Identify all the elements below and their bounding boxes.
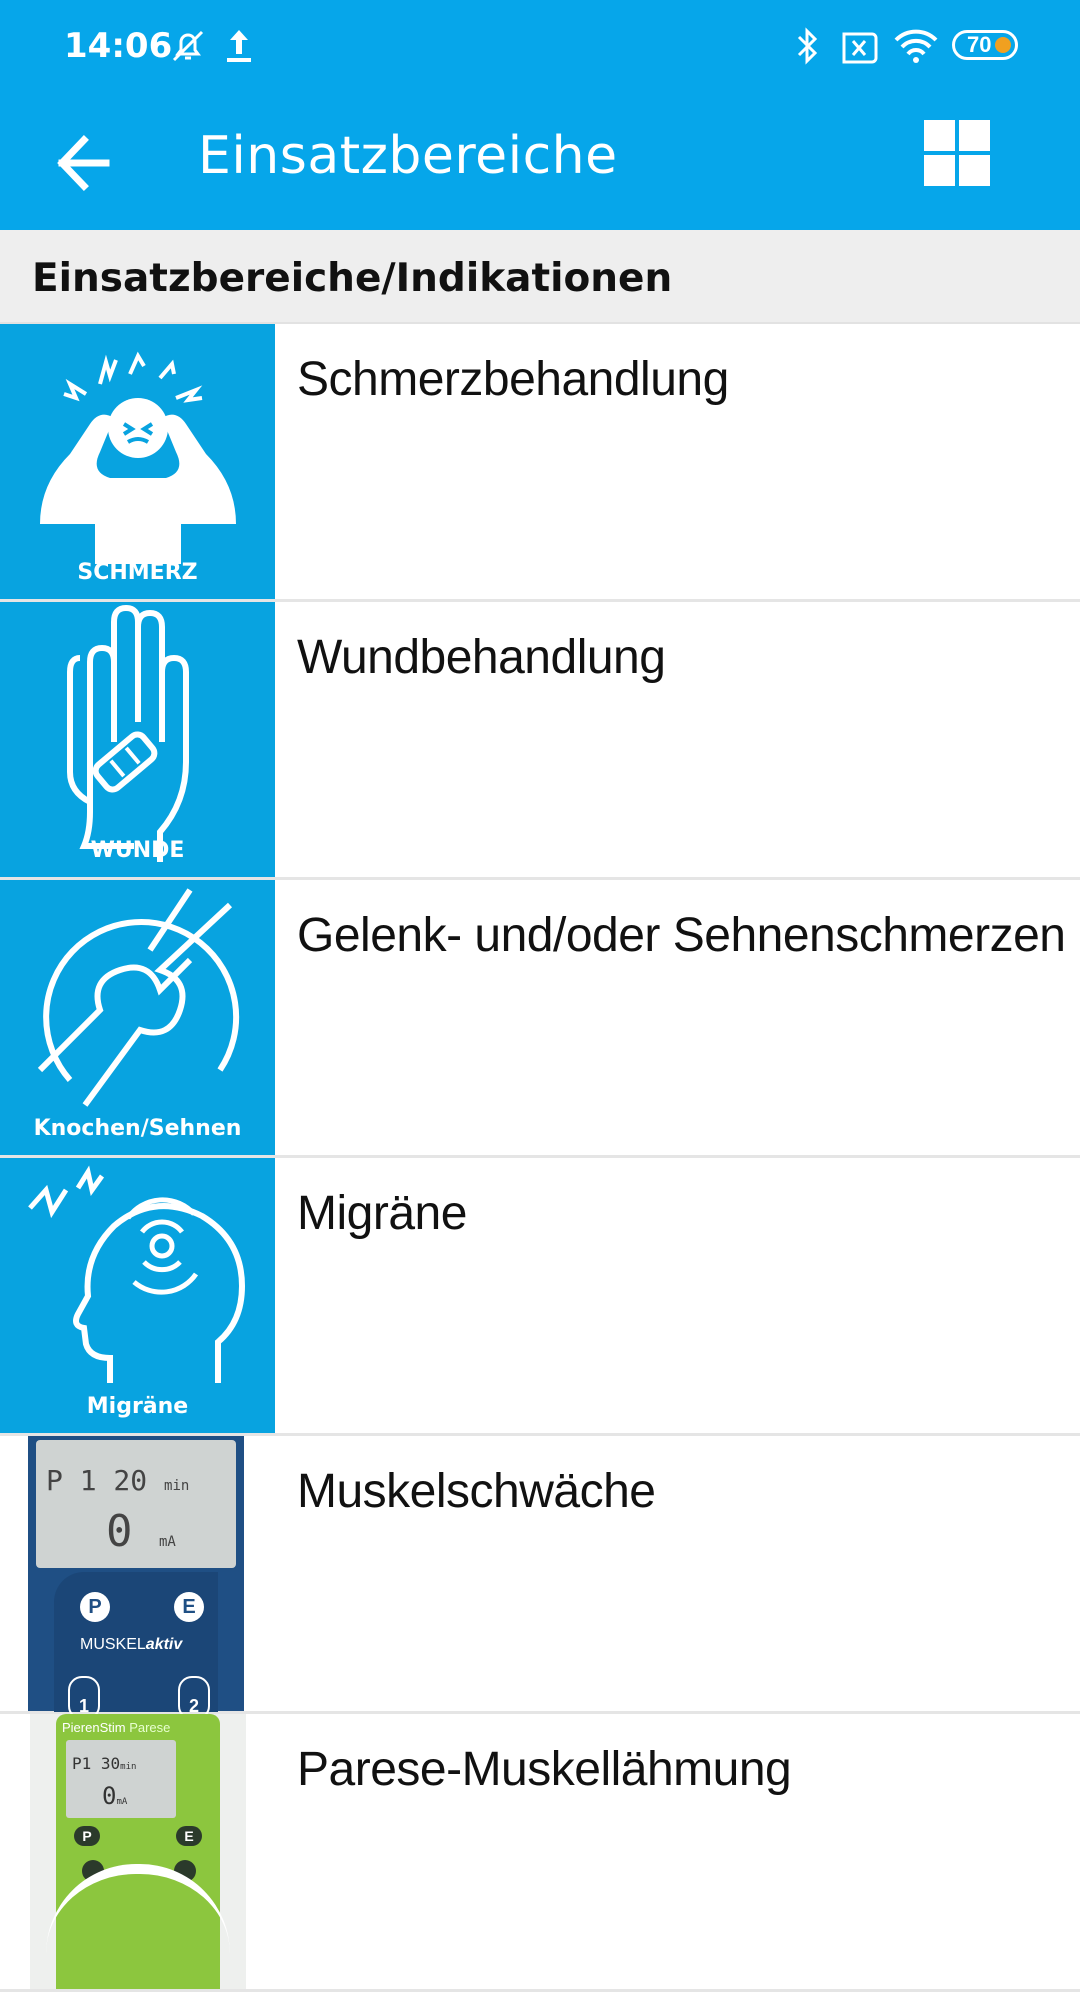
display-unit1: min <box>164 1478 190 1494</box>
device-body: PierenStim Parese P1 30min 0mA P E <box>30 1714 246 1989</box>
section-title: Einsatzbereiche/Indikationen <box>32 256 673 301</box>
page-title: Einsatzbereiche <box>198 126 618 186</box>
thumbnail-caption: Knochen/Sehnen <box>33 1116 242 1141</box>
thumbnail-caption: WUNDE <box>90 838 185 863</box>
item-label: Muskelschwäche <box>297 1465 656 1518</box>
indication-list: SCHMERZ Schmerzbehandlung WUNDE Wundbeha… <box>0 324 1080 1992</box>
button-e: E <box>176 1826 202 1846</box>
section-header: Einsatzbereiche/Indikationen <box>0 230 1080 324</box>
muskel-aktiv-device-image: P 1 20 min 0 mA P E MUSKELaktiv 1 2 <box>0 1436 275 1720</box>
list-item-parese-muskellaehmung[interactable]: PierenStim Parese P1 30min 0mA P E Pares… <box>0 1714 1080 1992</box>
button-p: P <box>80 1592 110 1622</box>
pierenstim-device-image: PierenStim Parese P1 30min 0mA P E <box>0 1714 275 1989</box>
device-display: P1 30min 0mA <box>66 1740 176 1818</box>
list-item-schmerzbehandlung[interactable]: SCHMERZ Schmerzbehandlung <box>0 324 1080 602</box>
list-item-wundbehandlung[interactable]: WUNDE Wundbehandlung <box>0 602 1080 880</box>
status-time: 14:06 <box>64 26 173 66</box>
wifi-icon <box>894 29 938 63</box>
arrow-left-icon[interactable] <box>44 118 134 208</box>
knochen-sehnen-thumbnail: Knochen/Sehnen <box>0 880 275 1155</box>
app-bar: Einsatzbereiche <box>0 96 1080 230</box>
display-line1: P 1 20 <box>46 1464 148 1497</box>
item-label: Schmerzbehandlung <box>297 353 729 406</box>
list-item-migraene[interactable]: Migräne Migräne <box>0 1158 1080 1436</box>
device-brand: PierenStim Parese <box>62 1720 171 1735</box>
hand-bandage-icon <box>67 604 189 862</box>
battery-icon: 70 <box>952 30 1018 60</box>
sim-x-icon <box>842 32 878 64</box>
battery-level: 70 <box>967 32 992 57</box>
item-label: Parese-Muskellähmung <box>297 1743 792 1796</box>
device-brand: MUSKELaktiv <box>80 1636 183 1653</box>
thumbnail-caption: SCHMERZ <box>77 560 198 585</box>
bluetooth-icon <box>797 27 818 65</box>
item-label: Wundbehandlung <box>297 631 666 684</box>
item-label: Migräne <box>297 1187 467 1240</box>
headache-person-icon <box>40 351 236 564</box>
thumbnail-caption: Migräne <box>86 1394 189 1419</box>
item-label: Gelenk- und/oder Sehnenschmerzen <box>297 909 1066 962</box>
wunde-thumbnail: WUNDE <box>0 602 275 877</box>
device-front: PierenStim Parese P1 30min 0mA P E <box>46 1714 230 1989</box>
device-body: P 1 20 min 0 mA P E MUSKELaktiv 1 2 <box>28 1436 244 1720</box>
device-arc <box>46 1864 230 1989</box>
button-e: E <box>174 1592 204 1622</box>
migraene-thumbnail: Migräne <box>0 1158 275 1433</box>
display-line2: 0 <box>106 1506 133 1557</box>
device-display: P 1 20 min 0 mA <box>36 1440 236 1568</box>
display-unit2: mA <box>159 1534 176 1550</box>
joint-icon <box>37 888 240 1107</box>
migraine-head-icon <box>28 1165 246 1383</box>
status-bar: 14:06 70 <box>0 0 1080 96</box>
muted-bell-icon <box>172 30 204 62</box>
schmerz-thumbnail: SCHMERZ <box>0 324 275 599</box>
grid-icon[interactable] <box>922 118 992 188</box>
list-item-muskelschwaeche[interactable]: P 1 20 min 0 mA P E MUSKELaktiv 1 2 Musk… <box>0 1436 1080 1720</box>
button-p: P <box>74 1826 100 1846</box>
list-item-gelenk-sehnenschmerzen[interactable]: Knochen/Sehnen Gelenk- und/oder Sehnensc… <box>0 880 1080 1158</box>
upload-icon <box>227 30 251 62</box>
